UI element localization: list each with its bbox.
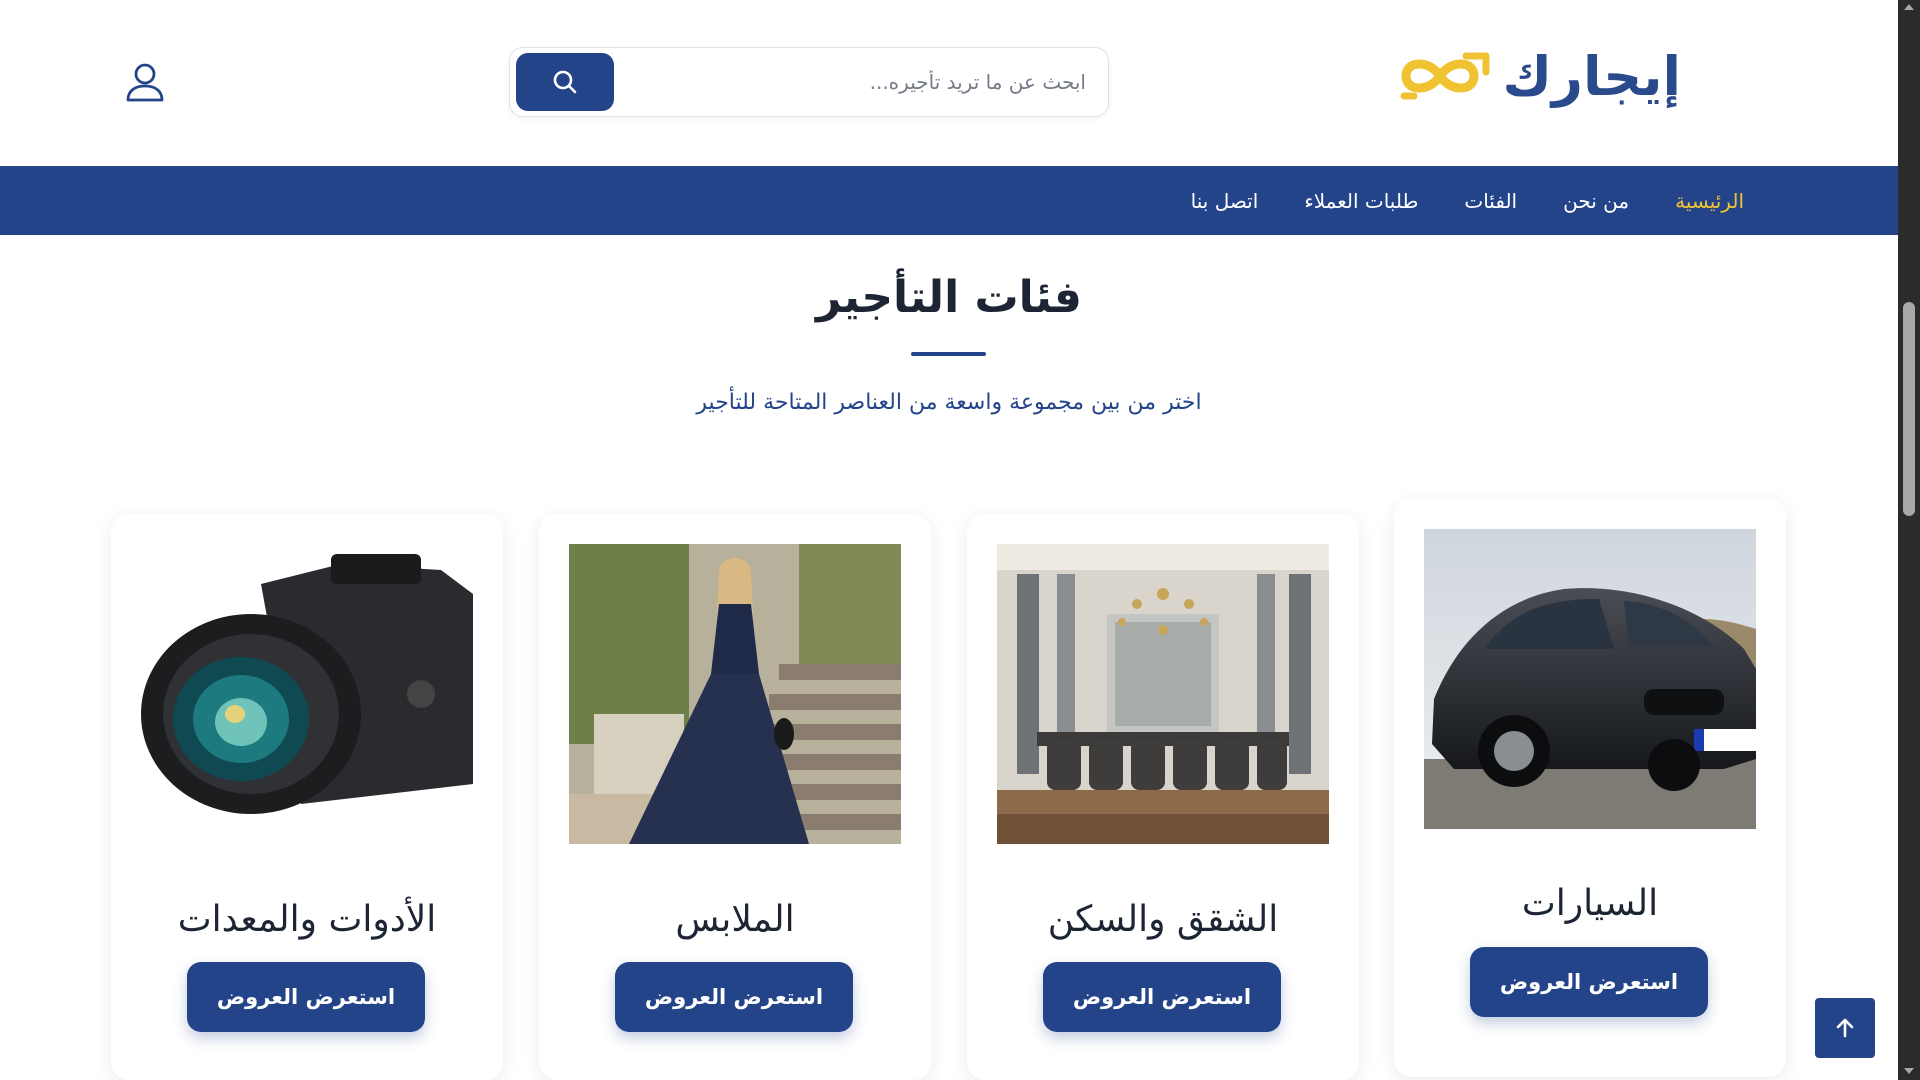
category-card-clothes[interactable]: الملابس استعرض العروض xyxy=(539,514,931,1080)
view-offers-button[interactable]: استعرض العروض xyxy=(187,962,425,1032)
scroll-down-arrow-icon[interactable] xyxy=(1904,1068,1914,1074)
search-icon xyxy=(553,70,577,94)
category-title: الملابس xyxy=(675,899,795,940)
arrow-up-icon xyxy=(1836,1018,1854,1038)
category-title: السيارات xyxy=(1521,883,1659,924)
dining-room-image xyxy=(997,544,1329,844)
view-offers-button[interactable]: استعرض العروض xyxy=(1043,962,1281,1032)
section-title: فئات التأجير xyxy=(816,272,1082,323)
scroll-up-arrow-icon[interactable] xyxy=(1904,4,1914,10)
main-nav: الرئيسية من نحن الفئات طلبات العملاء اتص… xyxy=(0,166,1898,235)
nav-item-about[interactable]: من نحن xyxy=(1563,189,1629,213)
section-subtitle: اختر من بين مجموعة واسعة من العناصر المت… xyxy=(696,390,1202,415)
logo-mark-icon xyxy=(1400,52,1490,100)
search-bar xyxy=(509,47,1109,117)
view-offers-button[interactable]: استعرض العروض xyxy=(615,962,853,1032)
search-input[interactable] xyxy=(626,48,1086,116)
title-underline xyxy=(911,352,986,356)
category-card-apartments[interactable]: الشقق والسكن استعرض العروض xyxy=(967,514,1359,1080)
search-button[interactable] xyxy=(516,53,614,111)
category-card-tools[interactable]: الأدوات والمعدات استعرض العروض xyxy=(111,514,503,1080)
evening-dress-image xyxy=(569,544,901,844)
view-offers-button[interactable]: استعرض العروض xyxy=(1470,947,1708,1017)
site-logo[interactable]: إيجارك xyxy=(1400,36,1682,116)
category-title: الأدوات والمعدات xyxy=(177,899,437,940)
scroll-to-top-button[interactable] xyxy=(1815,998,1875,1058)
site-header: إيجارك xyxy=(0,0,1898,166)
nav-item-home[interactable]: الرئيسية xyxy=(1675,189,1744,213)
category-card-cars[interactable]: السيارات استعرض العروض xyxy=(1394,499,1786,1077)
category-title: الشقق والسكن xyxy=(1047,899,1279,940)
nav-item-requests[interactable]: طلبات العملاء xyxy=(1304,189,1418,213)
user-icon[interactable] xyxy=(122,60,168,106)
nav-item-categories[interactable]: الفئات xyxy=(1464,189,1517,213)
nav-item-contact[interactable]: اتصل بنا xyxy=(1191,189,1259,213)
nav-list: الرئيسية من نحن الفئات طلبات العملاء اتص… xyxy=(1191,166,1744,235)
camera-image xyxy=(141,544,473,844)
logo-text: إيجارك xyxy=(1502,44,1682,108)
car-image xyxy=(1424,529,1756,829)
page-scrollbar[interactable] xyxy=(1898,0,1920,1080)
scrollbar-thumb[interactable] xyxy=(1903,302,1915,516)
